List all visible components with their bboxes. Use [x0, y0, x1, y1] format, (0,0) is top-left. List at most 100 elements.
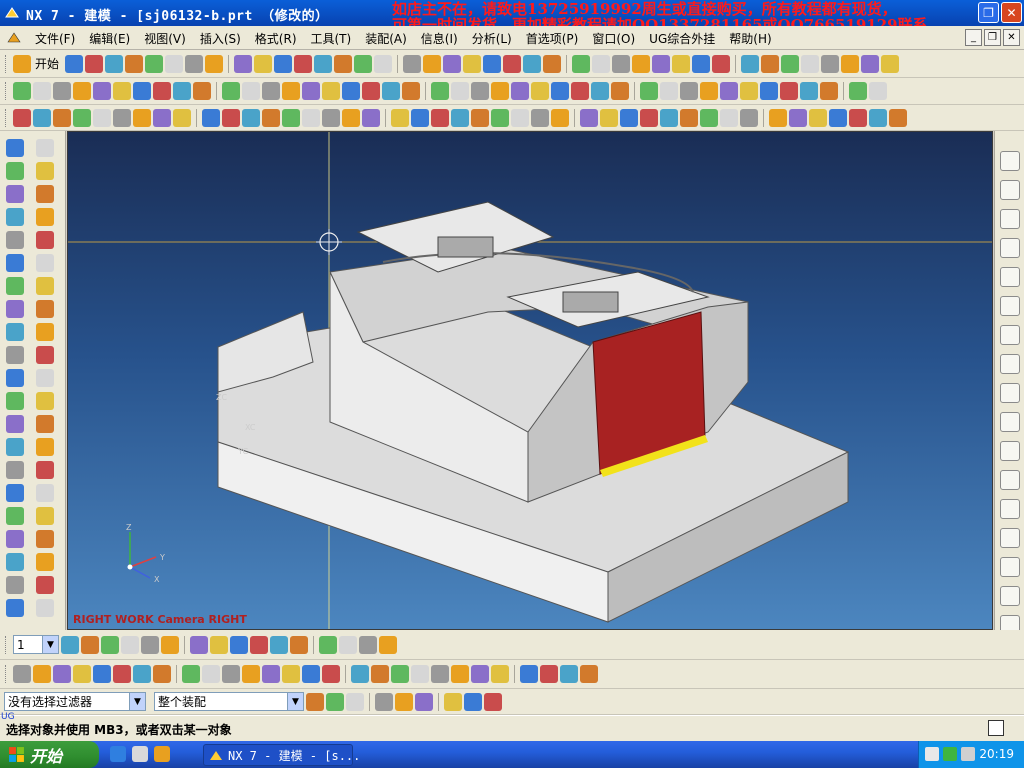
menu-item-0[interactable]: 文件(F)	[28, 30, 82, 47]
tool-icon[interactable]	[306, 692, 324, 711]
side-tool-icon[interactable]	[6, 162, 24, 180]
tool-icon[interactable]	[881, 54, 900, 73]
resource-tab-icon[interactable]	[1000, 586, 1020, 606]
close-window-button[interactable]: ✕	[1001, 2, 1022, 23]
restore-document-button[interactable]: ❐	[984, 29, 1001, 46]
tool-icon[interactable]	[700, 108, 718, 127]
tool-icon[interactable]	[53, 108, 71, 127]
tool-icon[interactable]	[141, 635, 159, 654]
tool-icon[interactable]	[314, 54, 333, 73]
tool-icon[interactable]	[262, 82, 280, 100]
tool-icon[interactable]	[113, 108, 131, 127]
menu-item-3[interactable]: 插入(S)	[193, 30, 248, 47]
side-tool-icon[interactable]	[6, 231, 24, 249]
tool-icon[interactable]	[153, 108, 171, 127]
menu-item-11[interactable]: UG综合外挂	[642, 30, 722, 47]
tool-icon[interactable]	[464, 692, 482, 711]
side-tool-icon[interactable]	[36, 300, 54, 318]
menu-item-10[interactable]: 窗口(O)	[585, 30, 642, 47]
menu-item-2[interactable]: 视图(V)	[137, 30, 193, 47]
tool-icon[interactable]	[781, 54, 800, 73]
tool-icon[interactable]	[242, 108, 260, 127]
tool-icon[interactable]	[761, 54, 780, 73]
tool-icon[interactable]	[382, 82, 400, 100]
menu-item-9[interactable]: 首选项(P)	[519, 30, 586, 47]
tool-icon[interactable]	[242, 82, 260, 100]
tool-icon[interactable]	[829, 108, 847, 127]
tool-icon[interactable]	[362, 108, 380, 127]
side-tool-icon[interactable]	[6, 530, 24, 548]
tool-icon[interactable]	[133, 82, 151, 100]
tool-icon[interactable]	[371, 665, 389, 683]
tray-volume-icon[interactable]	[961, 747, 975, 761]
tool-icon[interactable]	[282, 82, 300, 100]
tool-icon[interactable]	[322, 665, 340, 683]
tool-icon[interactable]	[334, 54, 353, 73]
side-tool-icon[interactable]	[36, 392, 54, 410]
side-tool-icon[interactable]	[36, 162, 54, 180]
tool-icon[interactable]	[869, 108, 887, 127]
tool-icon[interactable]	[551, 82, 569, 100]
side-tool-icon[interactable]	[6, 369, 24, 387]
tool-icon[interactable]	[652, 54, 671, 73]
tool-icon[interactable]	[262, 108, 280, 127]
tool-icon[interactable]	[230, 635, 248, 654]
tool-icon[interactable]	[250, 635, 268, 654]
app-quicklaunch-icon[interactable]	[154, 746, 170, 762]
tool-icon[interactable]	[33, 108, 51, 127]
tray-network-icon[interactable]	[943, 747, 957, 761]
side-tool-icon[interactable]	[36, 254, 54, 272]
side-tool-icon[interactable]	[6, 323, 24, 341]
tool-icon[interactable]	[185, 54, 204, 73]
menu-item-7[interactable]: 信息(I)	[414, 30, 465, 47]
tool-icon[interactable]	[153, 665, 171, 683]
side-tool-icon[interactable]	[36, 139, 54, 157]
tool-icon[interactable]	[282, 665, 300, 683]
tool-icon[interactable]	[780, 82, 798, 100]
tool-icon[interactable]	[451, 665, 469, 683]
tool-icon[interactable]	[182, 665, 200, 683]
side-tool-icon[interactable]	[6, 254, 24, 272]
tool-icon[interactable]	[471, 108, 489, 127]
tool-icon[interactable]	[451, 82, 469, 100]
tool-icon[interactable]	[342, 108, 360, 127]
resource-tab-icon[interactable]	[1000, 441, 1020, 461]
tool-icon[interactable]	[173, 108, 191, 127]
tool-icon[interactable]	[391, 108, 409, 127]
side-tool-icon[interactable]	[36, 185, 54, 203]
tool-icon[interactable]	[339, 635, 357, 654]
resource-tab-icon[interactable]	[1000, 412, 1020, 432]
tool-icon[interactable]	[809, 108, 827, 127]
side-tool-icon[interactable]	[36, 277, 54, 295]
tool-icon[interactable]	[769, 108, 787, 127]
tool-icon[interactable]	[431, 665, 449, 683]
tool-icon[interactable]	[415, 692, 433, 711]
side-tool-icon[interactable]	[36, 576, 54, 594]
tool-icon[interactable]	[523, 54, 542, 73]
tool-icon[interactable]	[592, 54, 611, 73]
tool-icon[interactable]	[294, 54, 313, 73]
menu-item-1[interactable]: 编辑(E)	[82, 30, 137, 47]
tool-icon[interactable]	[93, 108, 111, 127]
tool-icon[interactable]	[322, 82, 340, 100]
tool-icon[interactable]	[322, 108, 340, 127]
resource-tab-icon[interactable]	[1000, 325, 1020, 345]
tool-icon[interactable]	[580, 108, 598, 127]
tool-icon[interactable]	[101, 635, 119, 654]
tool-icon[interactable]	[484, 692, 502, 711]
resource-tab-icon[interactable]	[1000, 383, 1020, 403]
tool-icon[interactable]	[849, 108, 867, 127]
tool-icon[interactable]	[411, 665, 429, 683]
tool-icon[interactable]	[551, 108, 569, 127]
side-tool-icon[interactable]	[36, 231, 54, 249]
tool-icon[interactable]	[362, 82, 380, 100]
tool-icon[interactable]	[720, 108, 738, 127]
tool-icon[interactable]	[491, 108, 509, 127]
ie-quicklaunch-icon[interactable]	[110, 746, 126, 762]
tool-icon[interactable]	[13, 108, 31, 127]
tool-icon[interactable]	[660, 82, 678, 100]
side-tool-icon[interactable]	[6, 139, 24, 157]
tool-icon[interactable]	[222, 82, 240, 100]
tool-icon[interactable]	[161, 635, 179, 654]
tool-icon[interactable]	[620, 108, 638, 127]
